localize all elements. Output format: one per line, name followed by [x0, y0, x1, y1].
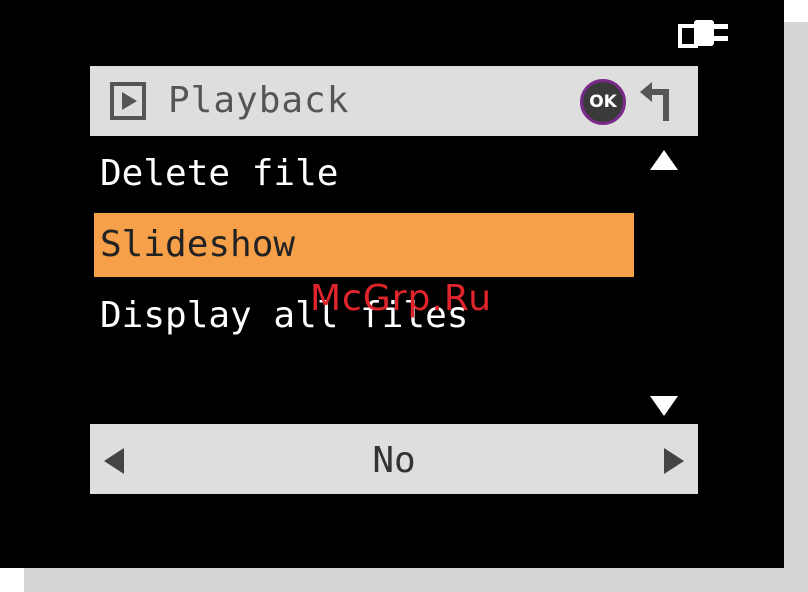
frame-shadow-right: [784, 22, 808, 592]
camera-screen: Playback OK Delete file Slideshow Displa…: [0, 0, 784, 568]
triangle-right-icon[interactable]: [662, 446, 686, 476]
menu-header: Playback OK: [90, 66, 698, 136]
menu-item-slideshow[interactable]: Slideshow: [94, 213, 634, 277]
return-arrow-icon[interactable]: [636, 80, 676, 124]
device-frame: Playback OK Delete file Slideshow Displa…: [0, 0, 808, 592]
value-selector: No: [90, 424, 698, 494]
ok-button-icon[interactable]: OK: [580, 79, 626, 125]
play-icon: [110, 82, 146, 120]
watermark: McGrp.Ru: [310, 278, 493, 319]
menu-item-delete-file[interactable]: Delete file: [94, 142, 634, 206]
triangle-up-icon[interactable]: [648, 148, 680, 172]
power-plug-icon: [678, 20, 728, 48]
triangle-down-icon[interactable]: [648, 394, 680, 418]
frame-shadow-bottom: [24, 568, 784, 592]
current-value: No: [372, 440, 416, 481]
page-title: Playback: [168, 80, 350, 121]
triangle-left-icon[interactable]: [102, 446, 126, 476]
